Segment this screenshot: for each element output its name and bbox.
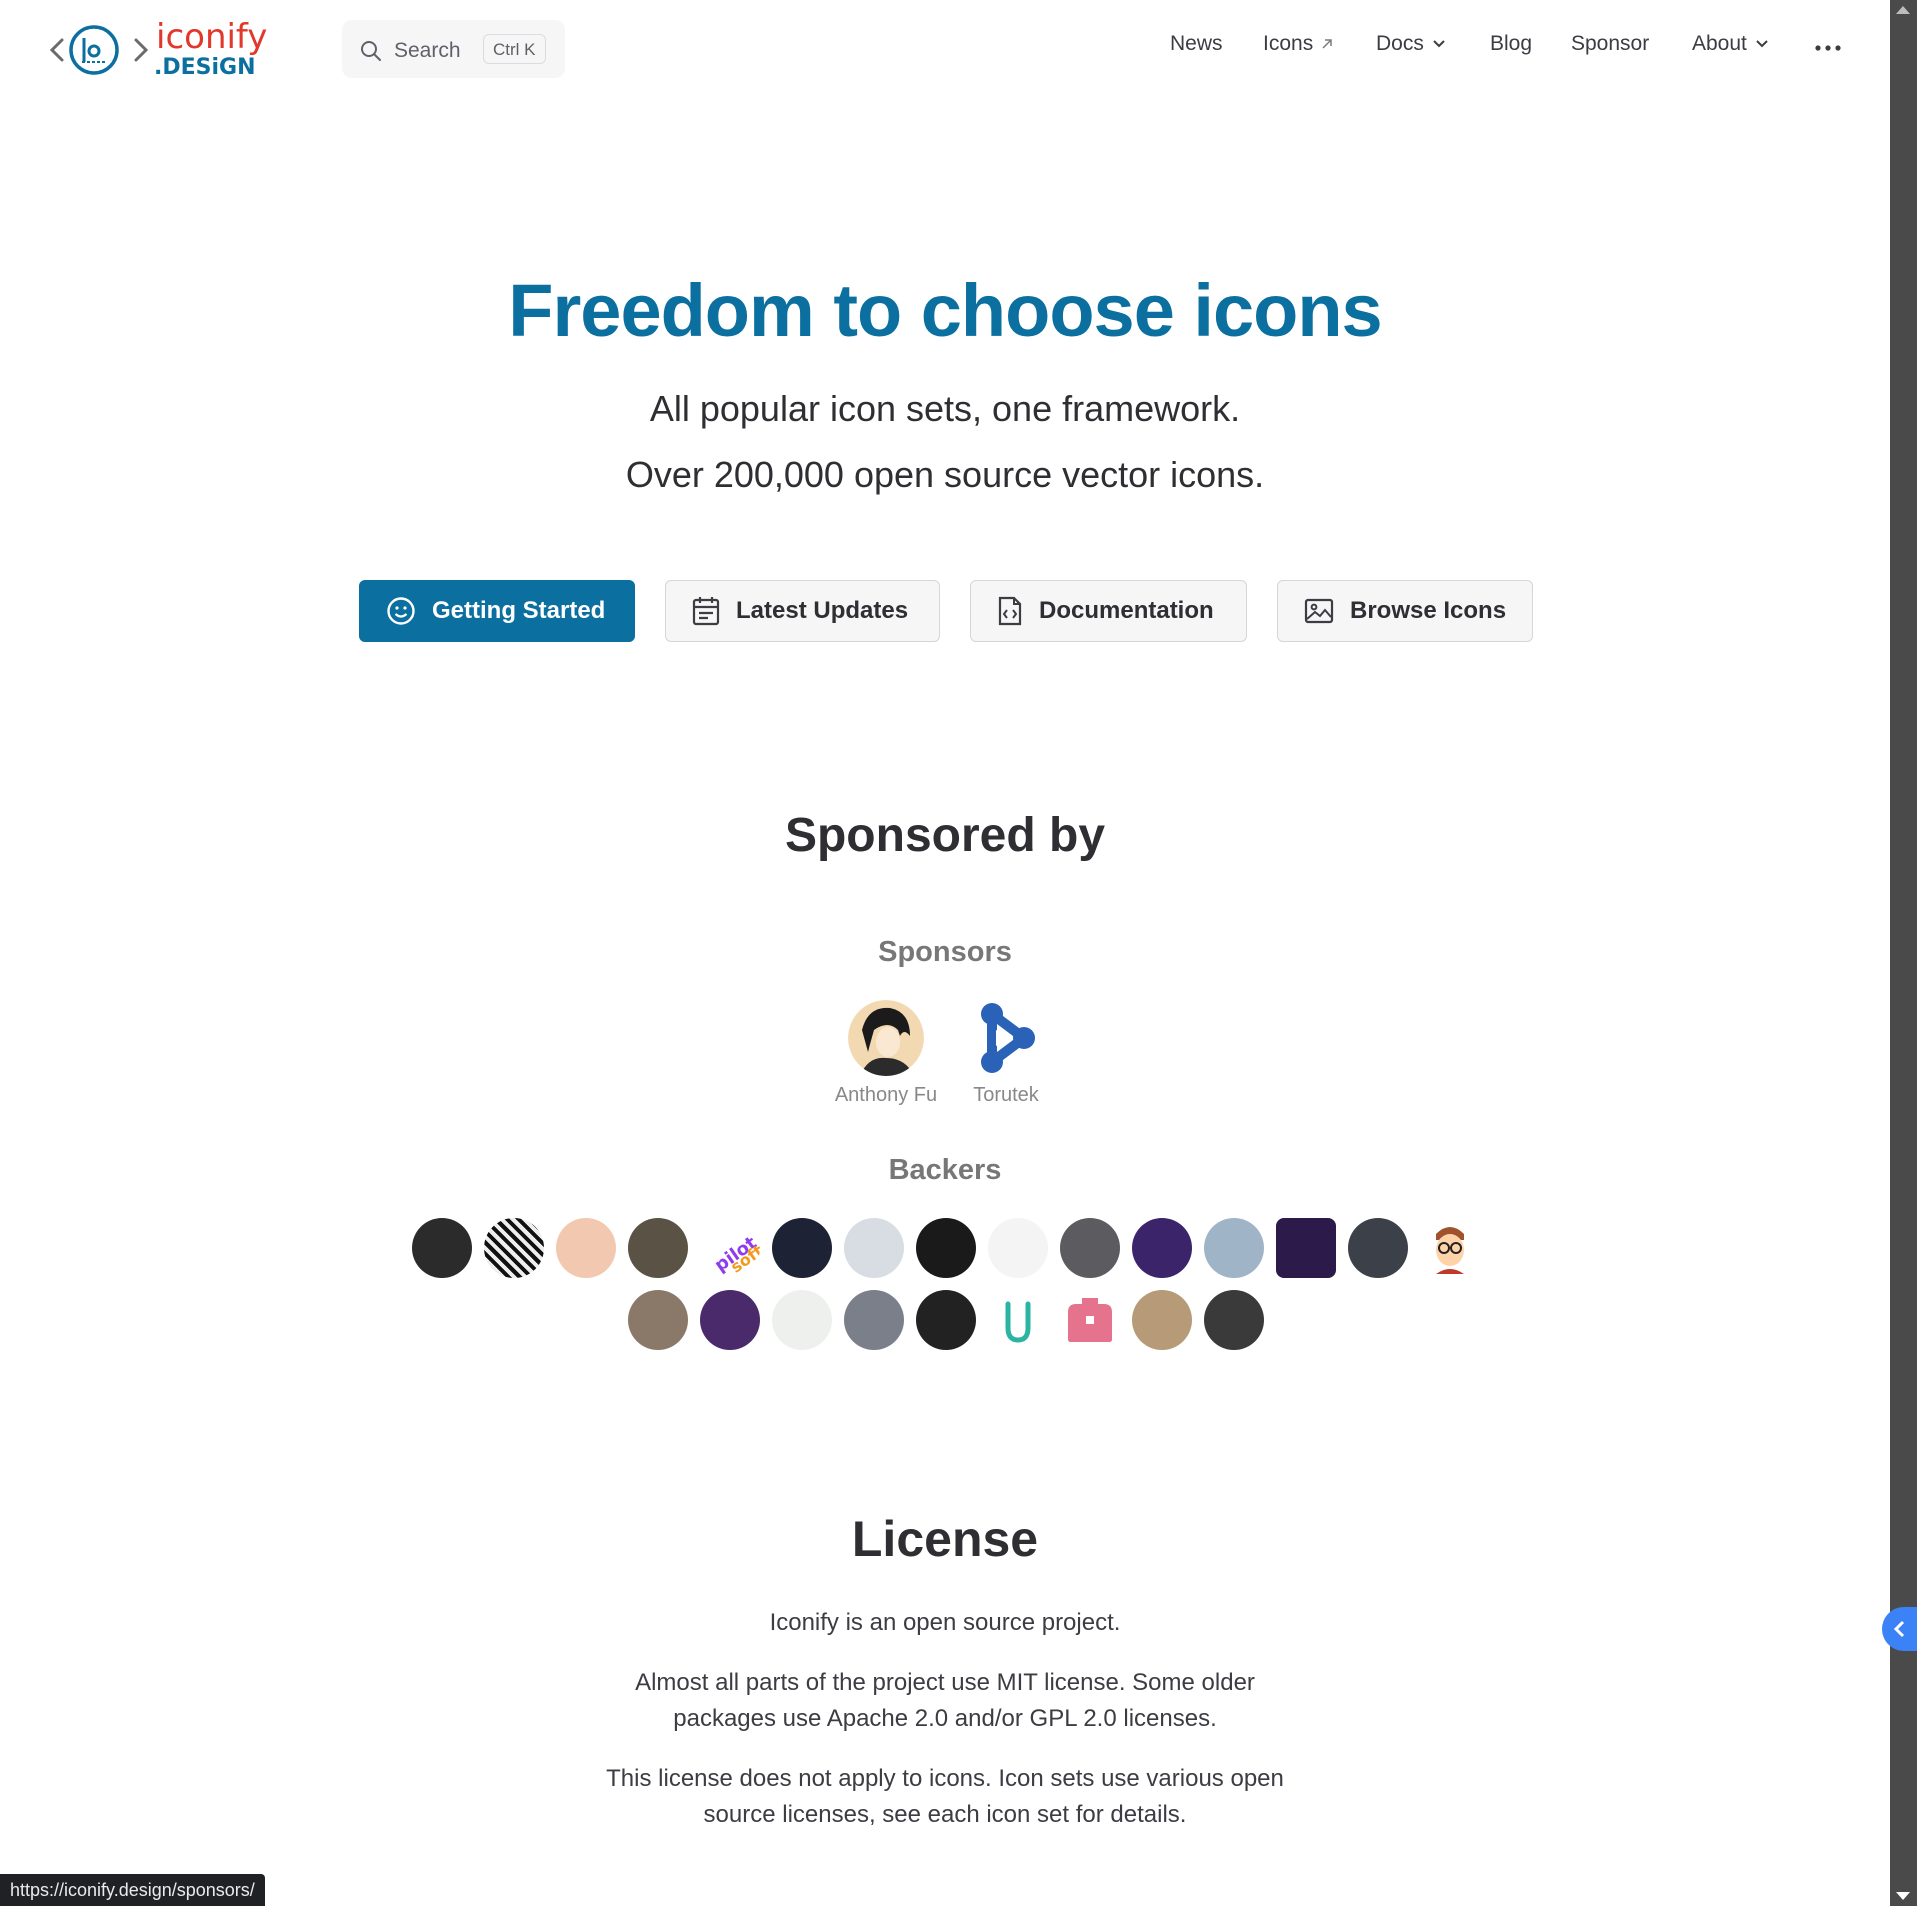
scroll-up-arrow-icon[interactable] — [1896, 6, 1910, 14]
sponsors-heading: Sponsors — [878, 936, 1012, 968]
documentation-button[interactable]: Documentation — [970, 580, 1247, 642]
svg-text:iconify: iconify — [156, 18, 267, 57]
page: iconify .DESiGN Search Ctrl K News Icons… — [0, 0, 1890, 1906]
search-icon — [361, 41, 381, 61]
nav-docs[interactable]: Docs — [1376, 32, 1446, 56]
license-paragraph-1: Iconify is an open source project. — [769, 1609, 1121, 1636]
torutek-logo-icon — [981, 1003, 1035, 1073]
calendar-icon — [692, 597, 720, 626]
license-paragraph-2-line-2: packages use Apache 2.0 and/or GPL 2.0 l… — [673, 1705, 1217, 1732]
backer-avatar[interactable] — [988, 1290, 1048, 1350]
image-icon — [1304, 598, 1334, 624]
hero-tagline-2: Over 200,000 open source vector icons. — [625, 454, 1265, 495]
status-bar-url: https://iconify.design/sponsors/ — [0, 1874, 265, 1906]
emoji-face-icon — [1436, 1227, 1464, 1274]
external-arrow-icon — [1322, 39, 1332, 49]
nav-sponsor-label: Sponsor — [1571, 32, 1650, 55]
chevron-down-icon — [1433, 40, 1445, 48]
pilot-soft-logo-icon: pilot soft — [711, 1232, 760, 1276]
iconify-logo[interactable]: iconify .DESiGN — [48, 17, 298, 80]
backer-avatar[interactable] — [772, 1290, 832, 1350]
backer-avatar[interactable] — [916, 1218, 976, 1278]
backer-avatar[interactable] — [1132, 1218, 1192, 1278]
backer-avatar[interactable] — [556, 1218, 616, 1278]
more-dots-icon[interactable] — [1815, 45, 1841, 51]
scroll-down-arrow-icon[interactable] — [1896, 1892, 1910, 1900]
backer-avatar[interactable] — [484, 1218, 544, 1278]
chevron-left-icon — [1893, 1620, 1905, 1638]
nav-about-label: About — [1692, 32, 1747, 55]
backer-avatar[interactable] — [844, 1290, 904, 1350]
backer-avatar[interactable] — [1348, 1218, 1408, 1278]
pink-block-icon — [1068, 1298, 1112, 1342]
getting-started-button[interactable]: Getting Started — [359, 580, 635, 642]
sponsor-name: Torutek — [973, 1084, 1039, 1106]
top-navbar: iconify .DESiGN Search Ctrl K News Icons… — [0, 0, 1890, 98]
nav-news-label: News — [1170, 32, 1223, 55]
search-shortcut: Ctrl K — [483, 34, 546, 64]
latest-updates-label: Latest Updates — [736, 597, 909, 624]
backer-avatar[interactable] — [1060, 1218, 1120, 1278]
search-label: Search — [394, 39, 461, 62]
backer-avatar[interactable] — [844, 1218, 904, 1278]
backer-avatar[interactable] — [772, 1218, 832, 1278]
license-paragraph-3-line-1: This license does not apply to icons. Ic… — [606, 1765, 1284, 1792]
backer-avatar[interactable]: pilot soft — [700, 1218, 760, 1278]
svg-text:.DESiGN: .DESiGN — [154, 55, 256, 80]
hero-title: Freedom to choose icons — [508, 269, 1382, 352]
sponsor-name: Anthony Fu — [834, 1084, 938, 1106]
nav-docs-label: Docs — [1376, 32, 1424, 55]
backer-avatar[interactable] — [628, 1290, 688, 1350]
backer-avatar[interactable] — [1204, 1218, 1264, 1278]
search-button[interactable]: Search Ctrl K — [342, 20, 565, 78]
license-paragraph-2-line-1: Almost all parts of the project use MIT … — [635, 1669, 1255, 1696]
backer-avatar[interactable] — [700, 1290, 760, 1350]
sponsored-by-heading: Sponsored by — [784, 809, 1106, 862]
backer-avatar[interactable] — [1204, 1290, 1264, 1350]
sponsor-torutek[interactable]: Torutek — [956, 1000, 1056, 1107]
hero-tagline-1: All popular icon sets, one framework. — [649, 388, 1241, 429]
backer-avatar[interactable] — [628, 1218, 688, 1278]
backer-avatar[interactable] — [412, 1218, 472, 1278]
backers-heading: Backers — [888, 1154, 1002, 1186]
nav-sponsor[interactable]: Sponsor — [1571, 32, 1649, 56]
backer-avatar[interactable] — [916, 1290, 976, 1350]
nav-about[interactable]: About — [1692, 32, 1769, 56]
browse-icons-button[interactable]: Browse Icons — [1277, 580, 1533, 642]
nav-blog[interactable]: Blog — [1490, 32, 1532, 56]
avatar — [848, 1000, 924, 1076]
license-paragraph-3-line-2: source licenses, see each icon set for d… — [703, 1801, 1187, 1828]
latest-updates-button[interactable]: Latest Updates — [665, 580, 940, 642]
backer-avatar[interactable] — [988, 1218, 1048, 1278]
backer-avatar[interactable] — [1132, 1290, 1192, 1350]
nav-news[interactable]: News — [1170, 32, 1223, 56]
documentation-label: Documentation — [1039, 597, 1214, 624]
smiley-icon — [387, 597, 415, 625]
backer-avatar[interactable] — [1420, 1218, 1480, 1278]
code-file-icon — [998, 596, 1022, 626]
license-heading: License — [851, 1511, 1039, 1567]
browse-icons-label: Browse Icons — [1350, 597, 1507, 624]
u-logo-icon — [1005, 1301, 1031, 1343]
nav-blog-label: Blog — [1490, 32, 1533, 55]
nav-icons-label: Icons — [1263, 32, 1314, 55]
backer-avatar[interactable] — [1060, 1290, 1120, 1350]
chevron-down-icon — [1756, 40, 1768, 48]
getting-started-label: Getting Started — [432, 597, 606, 624]
logo-mark-icon: iconify .DESiGN — [49, 17, 267, 80]
backer-avatar[interactable] — [1276, 1218, 1336, 1278]
nav-icons[interactable]: Icons — [1263, 32, 1333, 56]
sponsor-anthony-fu[interactable]: Anthony Fu — [832, 1000, 940, 1107]
